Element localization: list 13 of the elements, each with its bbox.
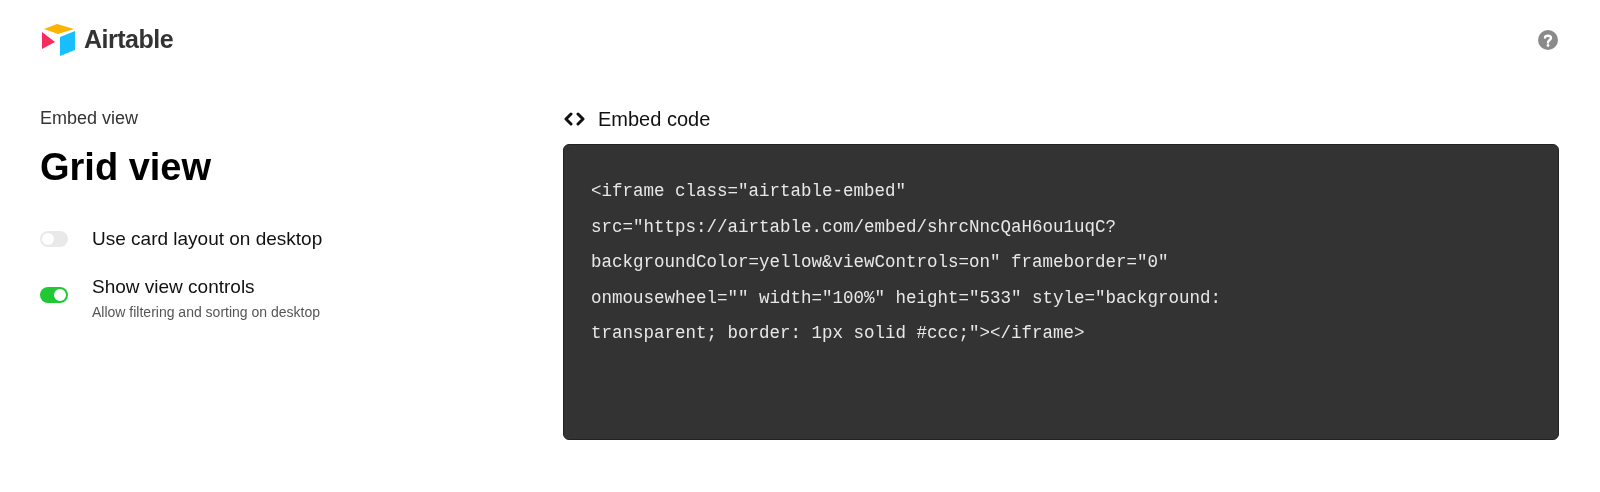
option-label: Show view controls xyxy=(92,275,256,299)
eyebrow-label: Embed view xyxy=(40,107,140,130)
logo-text: Airtable xyxy=(84,24,174,56)
logo-icon xyxy=(40,23,78,57)
toggle-switch[interactable] xyxy=(40,287,68,303)
option-description: Allow filtering and sorting on desktop xyxy=(92,303,321,322)
option-label: Use card layout on desktop xyxy=(92,227,323,251)
section-heading: Embed code xyxy=(598,107,711,132)
view-title: Grid view xyxy=(40,145,213,190)
embed-code: <iframe class="airtable-embed" src="https://airtable.com/embed/shrcNncQaH6ou1uqC? backgroundColor=yellow&viewControls=on" frameborder="0" onmousewheel="" width="100%" height="533" style="background: transparent; border: 1px solid #ccc;"></iframe> xyxy=(591,180,1223,345)
code-block[interactable] xyxy=(563,144,1559,440)
code-icon xyxy=(563,112,586,126)
help-icon[interactable] xyxy=(1538,30,1558,50)
